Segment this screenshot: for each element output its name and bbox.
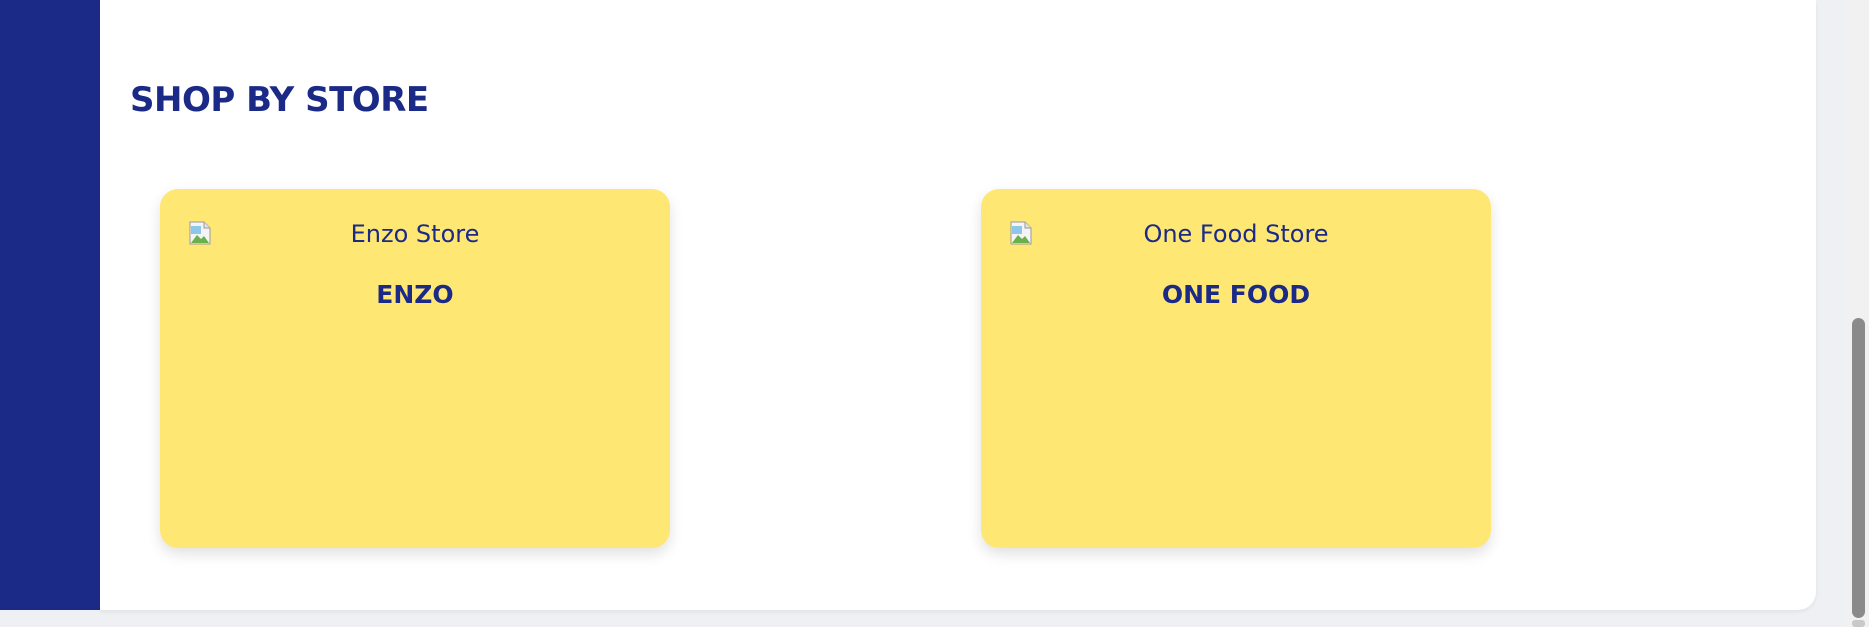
left-brand-band	[0, 0, 100, 610]
store-image-alt-text: Enzo Store	[350, 220, 480, 248]
store-card-enzo[interactable]: Enzo Store ENZO	[160, 189, 670, 548]
store-image-one-food[interactable]: One Food Store	[1010, 219, 1462, 249]
scrollbar-thumb[interactable]	[1852, 318, 1865, 618]
shop-by-store-section: SHOP BY STORE Enzo Store ENZO One Food S…	[100, 0, 1816, 610]
store-name[interactable]: ONE FOOD	[981, 280, 1491, 309]
section-title: SHOP BY STORE	[130, 80, 429, 120]
broken-image-icon	[189, 221, 211, 245]
page: SHOP BY STORE Enzo Store ENZO One Food S…	[0, 0, 1869, 627]
broken-image-icon	[1010, 221, 1032, 245]
store-image-enzo[interactable]: Enzo Store	[189, 219, 641, 249]
scrollbar-down-arrow[interactable]	[1852, 620, 1865, 627]
store-card-one-food[interactable]: One Food Store ONE FOOD	[981, 189, 1491, 548]
store-image-alt-text: One Food Store	[1143, 220, 1329, 248]
store-name[interactable]: ENZO	[160, 280, 670, 309]
